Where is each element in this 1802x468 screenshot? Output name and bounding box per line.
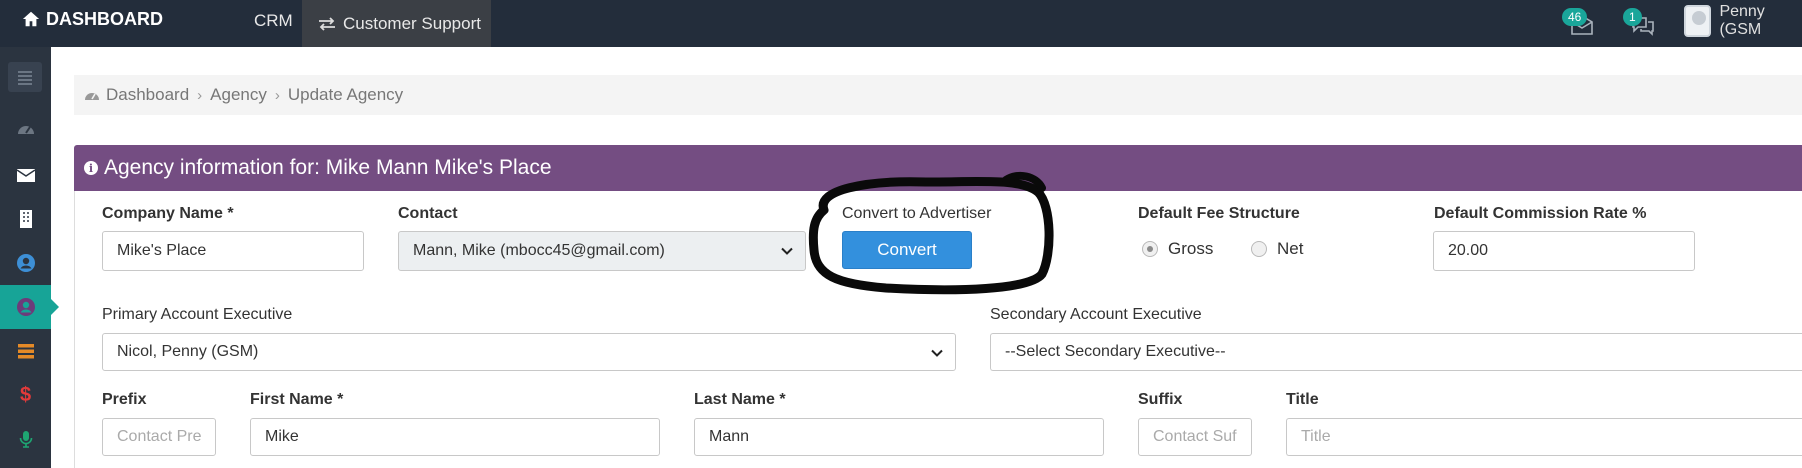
sidebar-item-user[interactable] <box>0 241 51 285</box>
avatar <box>1684 5 1712 37</box>
secondary-exec-label: Secondary Account Executive <box>990 306 1202 323</box>
building-icon <box>19 210 32 228</box>
sidebar-item-building[interactable] <box>0 197 51 241</box>
breadcrumb-separator: › <box>197 86 203 104</box>
fee-structure-label: Default Fee Structure <box>1138 205 1300 222</box>
envelope-icon <box>16 169 35 182</box>
sidebar: $ <box>0 47 59 468</box>
exchange-icon <box>319 16 335 31</box>
dollar-icon: $ <box>19 383 32 406</box>
breadcrumb-dashboard[interactable]: Dashboard <box>106 85 189 105</box>
breadcrumb-agency[interactable]: Agency <box>210 85 267 105</box>
radio-unselected-icon <box>1251 241 1267 257</box>
primary-exec-select[interactable]: Nicol, Penny (GSM) <box>102 333 956 371</box>
breadcrumb-separator: › <box>274 86 280 104</box>
brand-link[interactable]: DASHBOARD <box>22 0 163 38</box>
secondary-exec-select[interactable]: --Select Secondary Executive-- <box>990 333 1802 371</box>
messages-count-badge: 46 <box>1562 8 1588 26</box>
commission-rate-label: Default Commission Rate % <box>1434 205 1647 222</box>
secondary-exec-value: --Select Secondary Executive-- <box>1005 343 1226 360</box>
home-icon <box>22 11 40 27</box>
sidebar-item-billing[interactable]: $ <box>0 373 51 417</box>
nav-customer-support[interactable]: Customer Support <box>302 0 491 47</box>
prefix-label: Prefix <box>102 391 147 408</box>
chevron-down-icon <box>931 349 943 357</box>
chat-count-badge: 1 <box>1623 8 1642 26</box>
messages-button[interactable]: 46 <box>1562 8 1596 38</box>
commission-rate-input[interactable]: 20.00 <box>1433 231 1695 271</box>
contact-select-value: Mann, Mike (mbocc45@gmail.com) <box>413 242 665 259</box>
sidebar-item-contacts[interactable] <box>0 285 59 329</box>
contact-select[interactable]: Mann, Mike (mbocc45@gmail.com) <box>398 231 806 271</box>
panel-title: Agency information for: Mike Mann Mike's… <box>104 156 552 179</box>
title-input[interactable]: Title <box>1286 418 1802 456</box>
hand-drawn-circle-annotation <box>808 171 1054 295</box>
fee-net-radio[interactable]: Net <box>1251 239 1303 259</box>
breadcrumb-current: Update Agency <box>287 85 404 104</box>
suffix-input[interactable]: Contact Suf <box>1138 418 1252 456</box>
chat-button[interactable]: 1 <box>1623 8 1657 38</box>
breadcrumb: Dashboard › Agency › Update Agency <box>74 75 1802 115</box>
company-name-input[interactable]: Mike's Place <box>102 231 364 271</box>
title-label: Title <box>1286 391 1319 408</box>
fee-gross-radio[interactable]: Gross <box>1142 239 1213 259</box>
first-name-input[interactable]: Mike <box>250 418 660 456</box>
sidebar-item-dashboard[interactable] <box>0 107 51 151</box>
contact-label: Contact <box>398 205 458 222</box>
primary-exec-label: Primary Account Executive <box>102 306 293 323</box>
company-name-label: Company Name * <box>102 205 234 222</box>
radio-selected-icon <box>1142 241 1158 257</box>
user-name: Penny (GSM <box>1719 3 1765 38</box>
layers-icon <box>17 344 34 359</box>
fee-gross-label: Gross <box>1168 239 1214 258</box>
menu-lines-icon <box>18 71 32 85</box>
microphone-icon <box>19 431 32 448</box>
chevron-down-icon <box>781 247 793 255</box>
first-name-label: First Name * <box>250 391 344 408</box>
sidebar-item-microphone[interactable] <box>0 417 51 461</box>
sidebar-item-mail[interactable] <box>0 153 51 197</box>
fee-net-label: Net <box>1277 239 1304 258</box>
user-menu[interactable]: Penny (GSM <box>1684 3 1802 38</box>
prefix-input[interactable]: Contact Pre <box>102 418 216 456</box>
sidebar-toggle[interactable] <box>8 62 42 92</box>
top-navbar: DASHBOARD CRM Customer Support 46 1 Penn… <box>0 0 1802 47</box>
brand-label: DASHBOARD <box>46 8 163 29</box>
sidebar-item-layers[interactable] <box>0 329 51 373</box>
user-circle-icon <box>16 298 35 316</box>
last-name-input[interactable]: Mann <box>694 418 1104 456</box>
dashboard-gauge-icon <box>85 93 99 100</box>
info-icon: i <box>84 161 98 175</box>
last-name-label: Last Name * <box>694 391 786 408</box>
dashboard-gauge-icon <box>17 126 34 134</box>
suffix-label: Suffix <box>1138 391 1183 408</box>
nav-crm[interactable]: CRM <box>254 0 293 42</box>
nav-customer-support-label: Customer Support <box>343 13 481 33</box>
primary-exec-value: Nicol, Penny (GSM) <box>117 343 259 360</box>
user-circle-icon <box>16 254 35 272</box>
